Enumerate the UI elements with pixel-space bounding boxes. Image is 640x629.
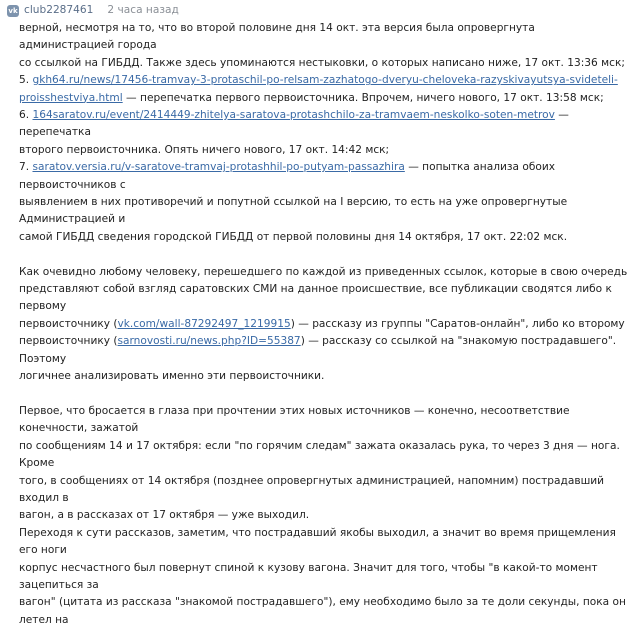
text-run: вагон" (цитата из рассказа "знакомой пос… bbox=[19, 596, 626, 626]
text-run: второго первоисточника. Опять ничего нов… bbox=[19, 143, 390, 156]
post-timestamp[interactable]: 2 часа назад bbox=[107, 2, 178, 19]
source-link[interactable]: saratov.versia.ru/v-saratove-tramvaj-pro… bbox=[32, 161, 404, 173]
text-run: 6. bbox=[19, 109, 33, 122]
text-run: Первое, что бросается в глаза при прочте… bbox=[19, 404, 570, 435]
text-run: со ссылкой на ГИБДД. Также здесь упомина… bbox=[19, 56, 625, 69]
text-run: первоисточнику ( bbox=[19, 317, 118, 330]
paragraph: Как очевидно любому человеку, перешедшег… bbox=[19, 264, 631, 386]
vk-logo-icon: vk bbox=[7, 5, 19, 17]
text-run: логичнее анализировать именно эти первои… bbox=[19, 370, 325, 383]
text-run: того, в сообщениях от 14 октября (поздне… bbox=[19, 474, 605, 504]
text-run: 5. bbox=[19, 74, 33, 87]
club-name-link[interactable]: club2287461 bbox=[24, 2, 93, 19]
paragraph: верной, несмотря на то, что во второй по… bbox=[19, 20, 631, 246]
paragraph: Первое, что бросается в глаза при прочте… bbox=[19, 403, 631, 629]
text-run: Как очевидно любому человеку, перешедшег… bbox=[19, 265, 628, 278]
text-run: — перепечатка первого первоисточника. Вп… bbox=[122, 91, 604, 104]
post-body: верной, несмотря на то, что во второй по… bbox=[19, 20, 631, 629]
text-run: верной, несмотря на то, что во второй по… bbox=[19, 22, 535, 52]
source-link[interactable]: proisshestviya.html bbox=[19, 92, 123, 104]
text-run: первоисточнику ( bbox=[19, 335, 118, 348]
source-link[interactable]: sarnovosti.ru/news.php?ID=55387 bbox=[118, 335, 301, 347]
text-run: по сообщениям 14 и 17 октября: если "по … bbox=[19, 439, 620, 470]
text-run: 7. bbox=[19, 161, 33, 174]
source-link[interactable]: vk.com/wall-87292497_1219915 bbox=[118, 318, 291, 330]
post-header: vk club2287461 2 часа назад bbox=[0, 0, 640, 22]
text-run: выявлением в них противоречий и попутной… bbox=[19, 196, 568, 226]
text-run: самой ГИБДД сведения городской ГИБДД от … bbox=[19, 230, 568, 243]
source-link[interactable]: 164saratov.ru/event/2414449-zhitelya-sar… bbox=[32, 109, 554, 121]
text-run: Переходя к сути рассказов, заметим, что … bbox=[19, 526, 616, 557]
text-run: представляют собой взгляд саратовских СМ… bbox=[19, 283, 612, 313]
text-run: вагон, а в рассказах от 17 октября — уже… bbox=[19, 509, 310, 522]
text-run: корпус несчастного был повернут спиной к… bbox=[19, 561, 598, 591]
source-link[interactable]: gkh64.ru/news/17456-tramvay-3-protaschil… bbox=[32, 74, 617, 86]
text-run: ) — рассказу из группы "Саратов-онлайн",… bbox=[290, 317, 625, 330]
